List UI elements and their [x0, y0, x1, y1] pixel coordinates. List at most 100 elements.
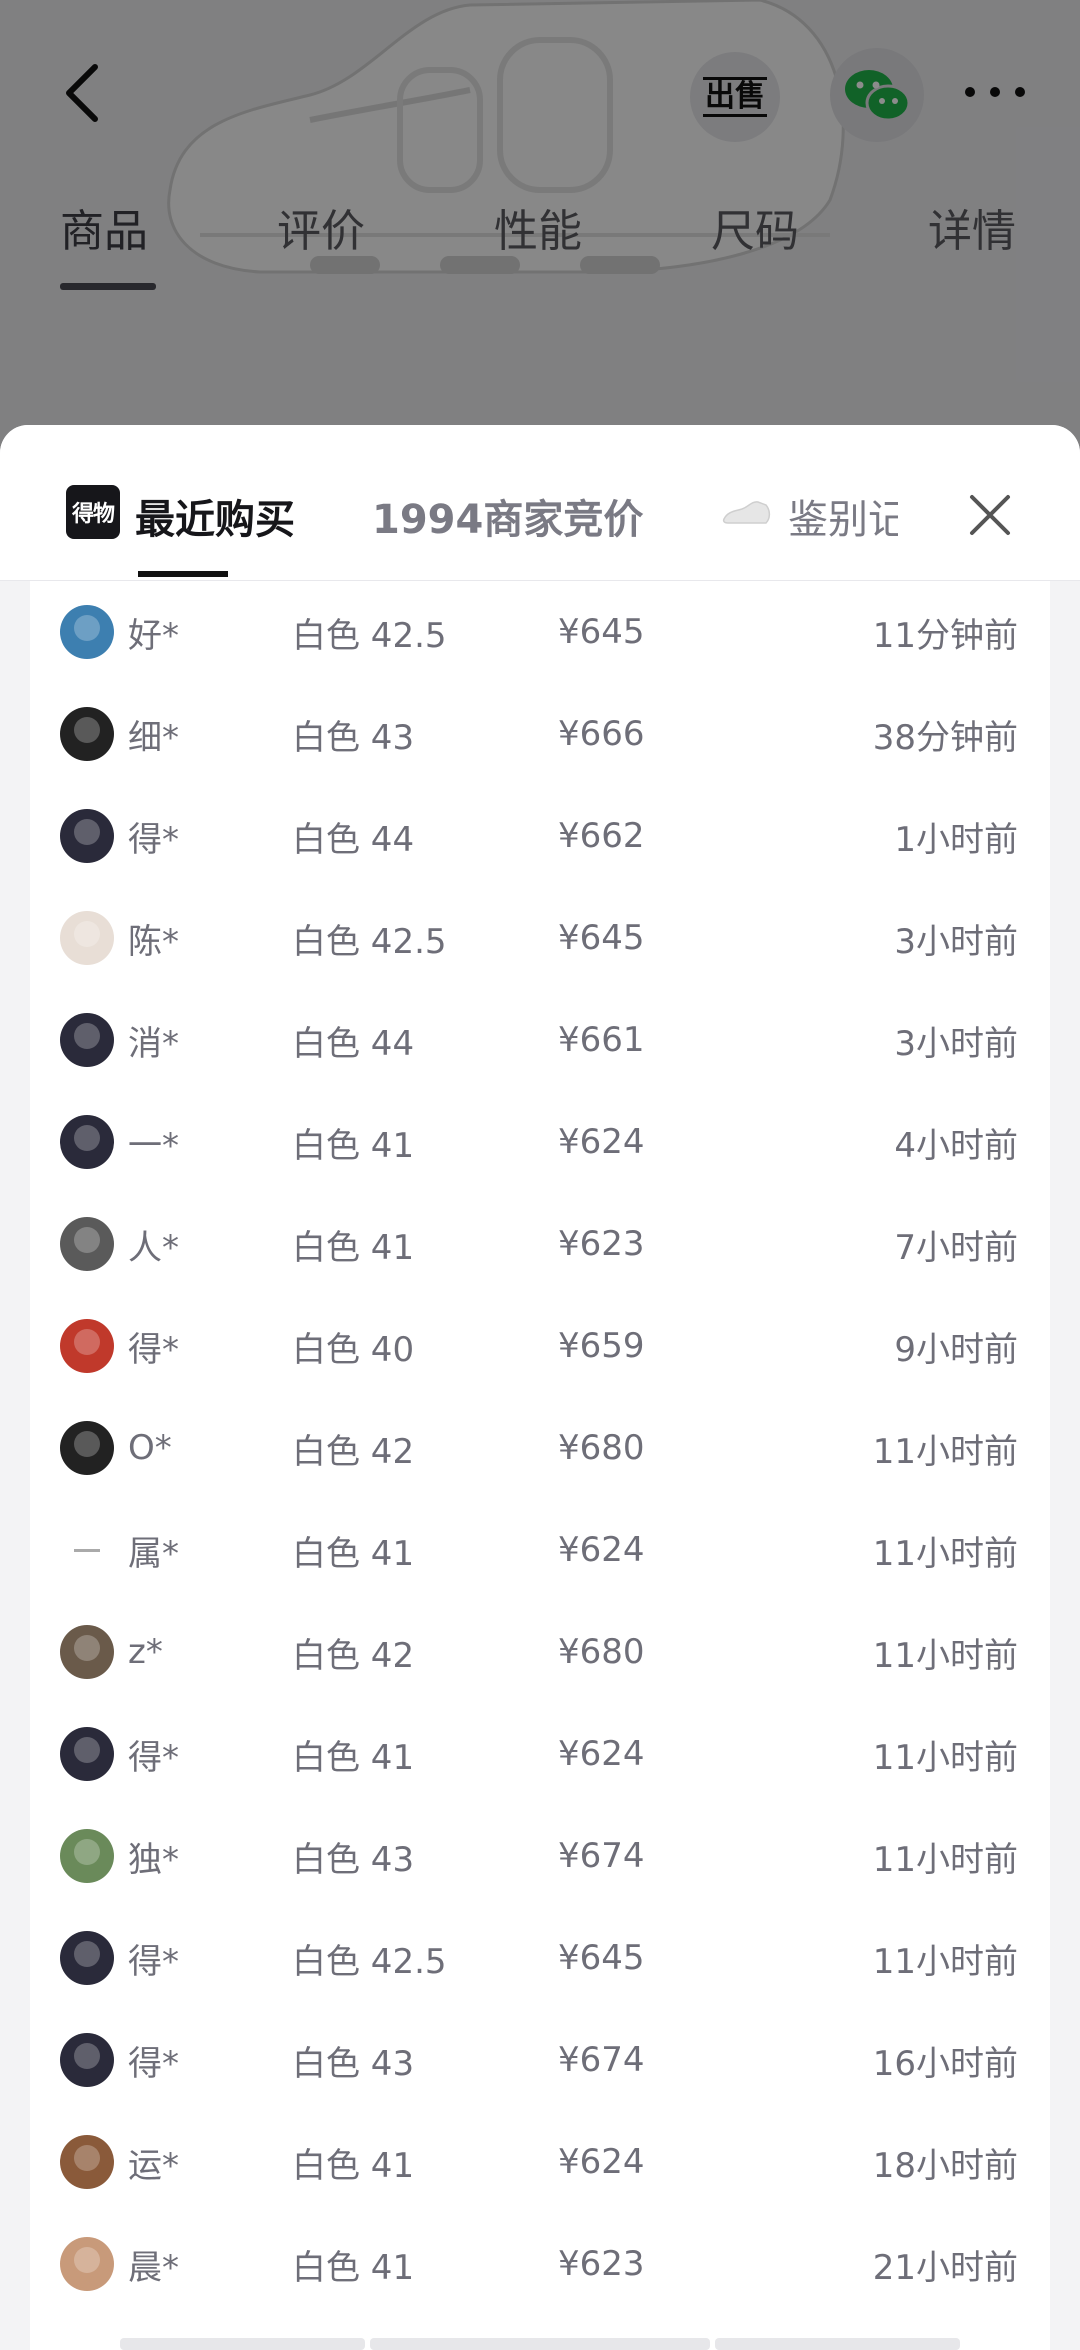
buyer-name: O* [128, 1428, 172, 1468]
item-spec: 白色 41 [292, 1533, 415, 1574]
purchase-row: 得* 白色 40 ¥659 9小时前 [30, 1295, 1050, 1397]
purchase-time: 11分钟前 [872, 615, 1018, 656]
bottom-stub [715, 2338, 960, 2350]
item-price: ¥624 [558, 1734, 645, 1774]
avatar [60, 1115, 114, 1169]
item-spec: 白色 42.5 [292, 615, 447, 656]
product-tabs: 商品 评价 性能 尺码 详情 [0, 195, 1080, 275]
item-price: ¥659 [558, 1326, 645, 1366]
item-price: ¥645 [558, 1938, 645, 1978]
buyer-name: 得* [128, 819, 179, 860]
item-price: ¥623 [558, 2244, 645, 2284]
purchase-list: 好* 白色 42.5 ¥645 11分钟前细* 白色 43 ¥666 38分钟前得* 白色 4… [30, 581, 1050, 2350]
item-spec: 白色 43 [292, 717, 415, 758]
tab-details[interactable]: 详情 [928, 195, 1016, 259]
avatar [60, 911, 114, 965]
tab-size[interactable]: 尺码 [711, 195, 799, 259]
item-spec: 白色 41 [292, 1737, 415, 1778]
buyer-name: 消* [128, 1023, 179, 1064]
avatar [60, 1319, 114, 1373]
purchase-row: 独* 白色 43 ¥674 11小时前 [30, 1805, 1050, 1907]
bottom-stub [370, 2338, 710, 2350]
avatar [60, 2033, 114, 2087]
purchase-time: 11小时前 [872, 1839, 1018, 1880]
purchase-row: 陈* 白色 42.5 ¥645 3小时前 [30, 887, 1050, 989]
avatar [60, 707, 114, 761]
item-spec: 白色 41 [292, 1227, 415, 1268]
tab-goods[interactable]: 商品 [60, 195, 148, 259]
item-price: ¥645 [558, 918, 645, 958]
purchase-row: 运* 白色 41 ¥624 18小时前 [30, 2111, 1050, 2213]
purchase-time: 21小时前 [872, 2247, 1018, 2288]
item-spec: 白色 43 [292, 1839, 415, 1880]
purchase-row: 消* 白色 44 ¥661 3小时前 [30, 989, 1050, 1091]
item-price: ¥623 [558, 1224, 645, 1264]
purchase-row: 细* 白色 43 ¥666 38分钟前 [30, 683, 1050, 785]
purchase-row: z* 白色 42 ¥680 11小时前 [30, 1601, 1050, 1703]
purchase-time: 16小时前 [872, 2043, 1018, 2084]
tab-performance[interactable]: 性能 [494, 195, 582, 259]
buyer-name: 陈* [128, 921, 179, 962]
avatar [60, 809, 114, 863]
more-button[interactable] [955, 62, 1035, 122]
sell-button[interactable]: 出售 [690, 52, 780, 142]
buyer-name: 一* [128, 1125, 179, 1166]
item-price: ¥680 [558, 1428, 645, 1468]
purchase-row: 晨* 白色 41 ¥623 21小时前 [30, 2213, 1050, 2315]
buyer-name: 得* [128, 2043, 179, 2084]
avatar [60, 1217, 114, 1271]
purchase-time: 11小时前 [872, 1737, 1018, 1778]
avatar [60, 1829, 114, 1883]
bottom-stub [120, 2338, 365, 2350]
item-price: ¥662 [558, 816, 645, 856]
item-price: ¥624 [558, 1122, 645, 1162]
product-header: 出售 商品 评价 性能 尺码 详情 [0, 0, 1080, 470]
item-spec: 白色 41 [292, 2247, 415, 2288]
avatar [60, 2135, 114, 2189]
item-price: ¥645 [558, 612, 645, 652]
tab-underline [60, 283, 156, 290]
tab-merchant-bids[interactable]: 1994商家竞价 [372, 487, 643, 545]
purchase-time: 11小时前 [872, 1941, 1018, 1982]
purchase-row: 属* 白色 41 ¥624 11小时前 [30, 1499, 1050, 1601]
purchase-time: 4小时前 [894, 1125, 1018, 1166]
tab-recent-purchases[interactable]: 最近购买 [135, 487, 295, 545]
item-price: ¥680 [558, 1632, 645, 1672]
purchase-time: 3小时前 [894, 921, 1018, 962]
tab-reviews[interactable]: 评价 [277, 195, 365, 259]
buyer-name: 晨* [128, 2247, 179, 2288]
item-price: ¥624 [558, 1530, 645, 1570]
avatar [60, 605, 114, 659]
tab-authentication-records[interactable]: 鉴别记录 [788, 487, 898, 545]
purchase-time: 9小时前 [894, 1329, 1018, 1370]
dewu-logo-icon: 得物 [66, 485, 120, 539]
purchase-row: 人* 白色 41 ¥623 7小时前 [30, 1193, 1050, 1295]
purchase-time: 11小时前 [872, 1635, 1018, 1676]
item-spec: 白色 40 [292, 1329, 415, 1370]
item-price: ¥674 [558, 2040, 645, 2080]
purchase-time: 11小时前 [872, 1533, 1018, 1574]
close-button[interactable] [962, 487, 1018, 543]
item-spec: 白色 42 [292, 1431, 415, 1472]
item-spec: 白色 43 [292, 2043, 415, 2084]
purchase-time: 38分钟前 [872, 717, 1018, 758]
purchase-time: 3小时前 [894, 1023, 1018, 1064]
wechat-share-button[interactable] [830, 48, 924, 142]
buyer-name: 属* [128, 1533, 179, 1574]
avatar [60, 2237, 114, 2291]
purchase-row: 一* 白色 41 ¥624 4小时前 [30, 1091, 1050, 1193]
buyer-name: 好* [128, 615, 179, 656]
avatar [60, 1727, 114, 1781]
buyer-name: 得* [128, 1329, 179, 1370]
item-spec: 白色 41 [292, 1125, 415, 1166]
avatar [60, 1013, 114, 1067]
recent-purchases-sheet: 得物 最近购买 1994商家竞价 鉴别记录 好* 白色 42.5 ¥645 11分钟前… [0, 425, 1080, 2350]
purchase-row: 好* 白色 42.5 ¥645 11分钟前 [30, 581, 1050, 683]
item-spec: 白色 44 [292, 819, 415, 860]
buyer-name: 人* [128, 1227, 179, 1268]
back-button[interactable] [48, 58, 118, 128]
avatar [60, 1625, 114, 1679]
buyer-name: 运* [128, 2145, 179, 2186]
item-price: ¥674 [558, 1836, 645, 1876]
item-spec: 白色 42.5 [292, 1941, 447, 1982]
